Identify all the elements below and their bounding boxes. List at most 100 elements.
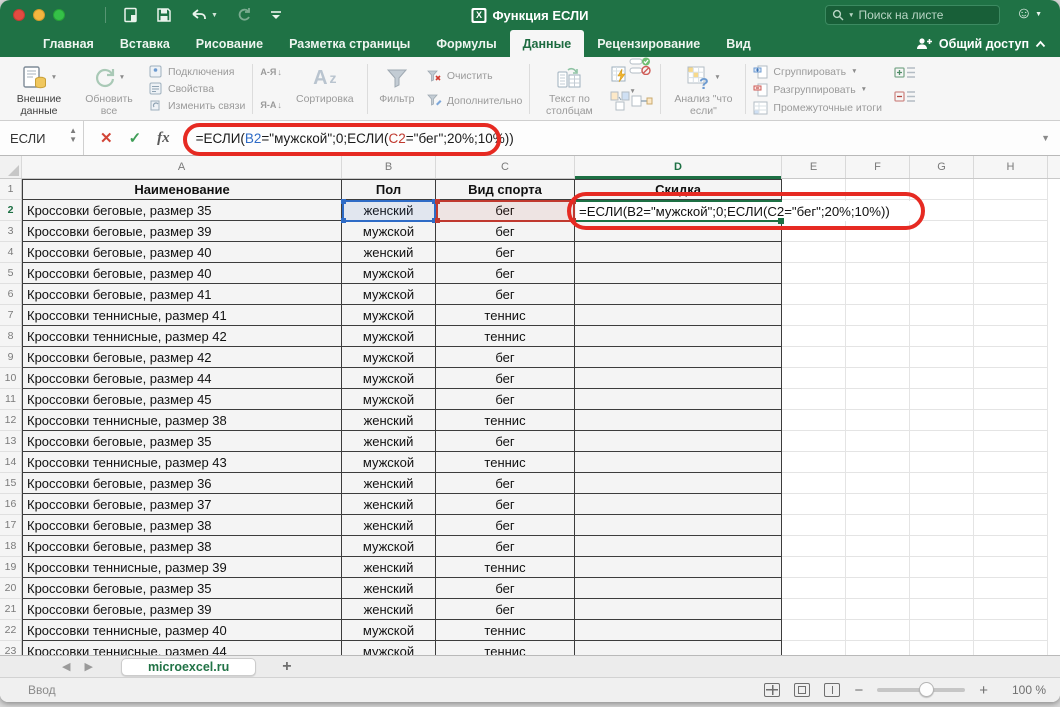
cell-e19[interactable] [782, 557, 846, 578]
cell-g11[interactable] [910, 389, 974, 410]
cell-g23[interactable] [910, 641, 974, 655]
cell-e13[interactable] [782, 431, 846, 452]
cell-c19[interactable]: теннис [436, 557, 575, 578]
column-header-h[interactable]: H [974, 156, 1048, 178]
cell-b20[interactable]: женский [342, 578, 436, 599]
cell-c14[interactable]: теннис [436, 452, 575, 473]
cell-h20[interactable] [974, 578, 1048, 599]
add-sheet-button[interactable]: + [282, 659, 291, 675]
cell-h5[interactable] [974, 263, 1048, 284]
tab-data[interactable]: Данные [510, 30, 585, 57]
cell-d8[interactable] [575, 326, 782, 347]
cell-e5[interactable] [782, 263, 846, 284]
cell-c20[interactable]: бег [436, 578, 575, 599]
cell-g10[interactable] [910, 368, 974, 389]
cell-d2-edit[interactable]: =ЕСЛИ(B2="мужской";0;ЕСЛИ(C2="бег";20%;1… [576, 201, 920, 221]
cell-a8[interactable]: Кроссовки теннисные, размер 42 [22, 326, 342, 347]
cell-f7[interactable] [846, 305, 910, 326]
properties-button[interactable]: Свойства [148, 81, 245, 96]
cell-h9[interactable] [974, 347, 1048, 368]
sheet-tab-microexcel[interactable]: microexcel.ru [121, 658, 256, 676]
column-header-g[interactable]: G [910, 156, 974, 178]
refresh-all-dropdown-icon[interactable]: ▼ [119, 74, 125, 81]
column-header-f[interactable]: F [846, 156, 910, 178]
cell-b1[interactable]: Пол [342, 179, 436, 200]
cell-d15[interactable] [575, 473, 782, 494]
cell-e8[interactable] [782, 326, 846, 347]
cell-e10[interactable] [782, 368, 846, 389]
cell-b13[interactable]: женский [342, 431, 436, 452]
cell-h6[interactable] [974, 284, 1048, 305]
cell-a12[interactable]: Кроссовки теннисные, размер 38 [22, 410, 342, 431]
range-handle[interactable] [435, 199, 440, 204]
cell-f11[interactable] [846, 389, 910, 410]
redo-icon[interactable] [235, 7, 253, 23]
name-box-stepper[interactable]: ▲▼ [69, 127, 77, 144]
column-header-d[interactable]: D [575, 156, 782, 178]
cell-f14[interactable] [846, 452, 910, 473]
cell-c17[interactable]: бег [436, 515, 575, 536]
cell-g9[interactable] [910, 347, 974, 368]
row-header-1[interactable]: 1 [0, 179, 22, 200]
cell-d13[interactable] [575, 431, 782, 452]
cell-b11[interactable]: мужской [342, 389, 436, 410]
cell-d4[interactable] [575, 242, 782, 263]
cell-b17[interactable]: женский [342, 515, 436, 536]
cell-c4[interactable]: бег [436, 242, 575, 263]
stepper-down-icon[interactable]: ▼ [69, 136, 77, 144]
row-header-19[interactable]: 19 [0, 557, 22, 578]
feedback-smiley-icon[interactable]: ☺▼ [1016, 5, 1042, 23]
cell-a18[interactable]: Кроссовки беговые, размер 38 [22, 536, 342, 557]
cell-f16[interactable] [846, 494, 910, 515]
cell-e16[interactable] [782, 494, 846, 515]
cell-d23[interactable] [575, 641, 782, 655]
cell-f22[interactable] [846, 620, 910, 641]
cell-b10[interactable]: мужской [342, 368, 436, 389]
cell-e18[interactable] [782, 536, 846, 557]
cell-e4[interactable] [782, 242, 846, 263]
cell-b22[interactable]: мужской [342, 620, 436, 641]
cell-h16[interactable] [974, 494, 1048, 515]
cell-d3[interactable] [575, 221, 782, 242]
data-validation-icon[interactable]: ▼ [629, 57, 655, 98]
cell-e17[interactable] [782, 515, 846, 536]
row-header-6[interactable]: 6 [0, 284, 22, 305]
undo-icon[interactable]: ▼ [189, 7, 218, 23]
cell-h14[interactable] [974, 452, 1048, 473]
row-header-14[interactable]: 14 [0, 452, 22, 473]
tab-home[interactable]: Главная [30, 30, 107, 57]
new-document-icon[interactable] [123, 7, 139, 23]
name-box[interactable]: ЕСЛИ ▲▼ [0, 121, 84, 155]
cell-d7[interactable] [575, 305, 782, 326]
row-header-11[interactable]: 11 [0, 389, 22, 410]
cell-g5[interactable] [910, 263, 974, 284]
cell-a17[interactable]: Кроссовки беговые, размер 38 [22, 515, 342, 536]
cancel-entry-icon[interactable]: ✕ [100, 129, 113, 147]
minimize-window-button[interactable] [33, 9, 45, 21]
row-header-12[interactable]: 12 [0, 410, 22, 431]
cell-e23[interactable] [782, 641, 846, 655]
cell-a15[interactable]: Кроссовки беговые, размер 36 [22, 473, 342, 494]
group-dropdown-icon[interactable]: ▼ [851, 68, 857, 75]
cell-e12[interactable] [782, 410, 846, 431]
clear-filter-button[interactable]: Очистить [427, 69, 523, 84]
cell-f19[interactable] [846, 557, 910, 578]
cell-f5[interactable] [846, 263, 910, 284]
cell-g6[interactable] [910, 284, 974, 305]
cell-d20[interactable] [575, 578, 782, 599]
relationships-icon[interactable] [631, 93, 653, 114]
cell-h21[interactable] [974, 599, 1048, 620]
cell-b8[interactable]: мужской [342, 326, 436, 347]
insert-function-icon[interactable]: fx [157, 130, 170, 147]
hide-detail-icon[interactable] [894, 89, 916, 112]
cell-b7[interactable]: мужской [342, 305, 436, 326]
row-header-20[interactable]: 20 [0, 578, 22, 599]
cell-b21[interactable]: женский [342, 599, 436, 620]
cell-b5[interactable]: мужской [342, 263, 436, 284]
cell-e11[interactable] [782, 389, 846, 410]
stepper-up-icon[interactable]: ▲ [69, 127, 77, 135]
cell-e21[interactable] [782, 599, 846, 620]
cell-e3[interactable] [782, 221, 846, 242]
cell-a7[interactable]: Кроссовки теннисные, размер 41 [22, 305, 342, 326]
formula-bar-expand-icon[interactable]: ▼ [1041, 133, 1050, 143]
